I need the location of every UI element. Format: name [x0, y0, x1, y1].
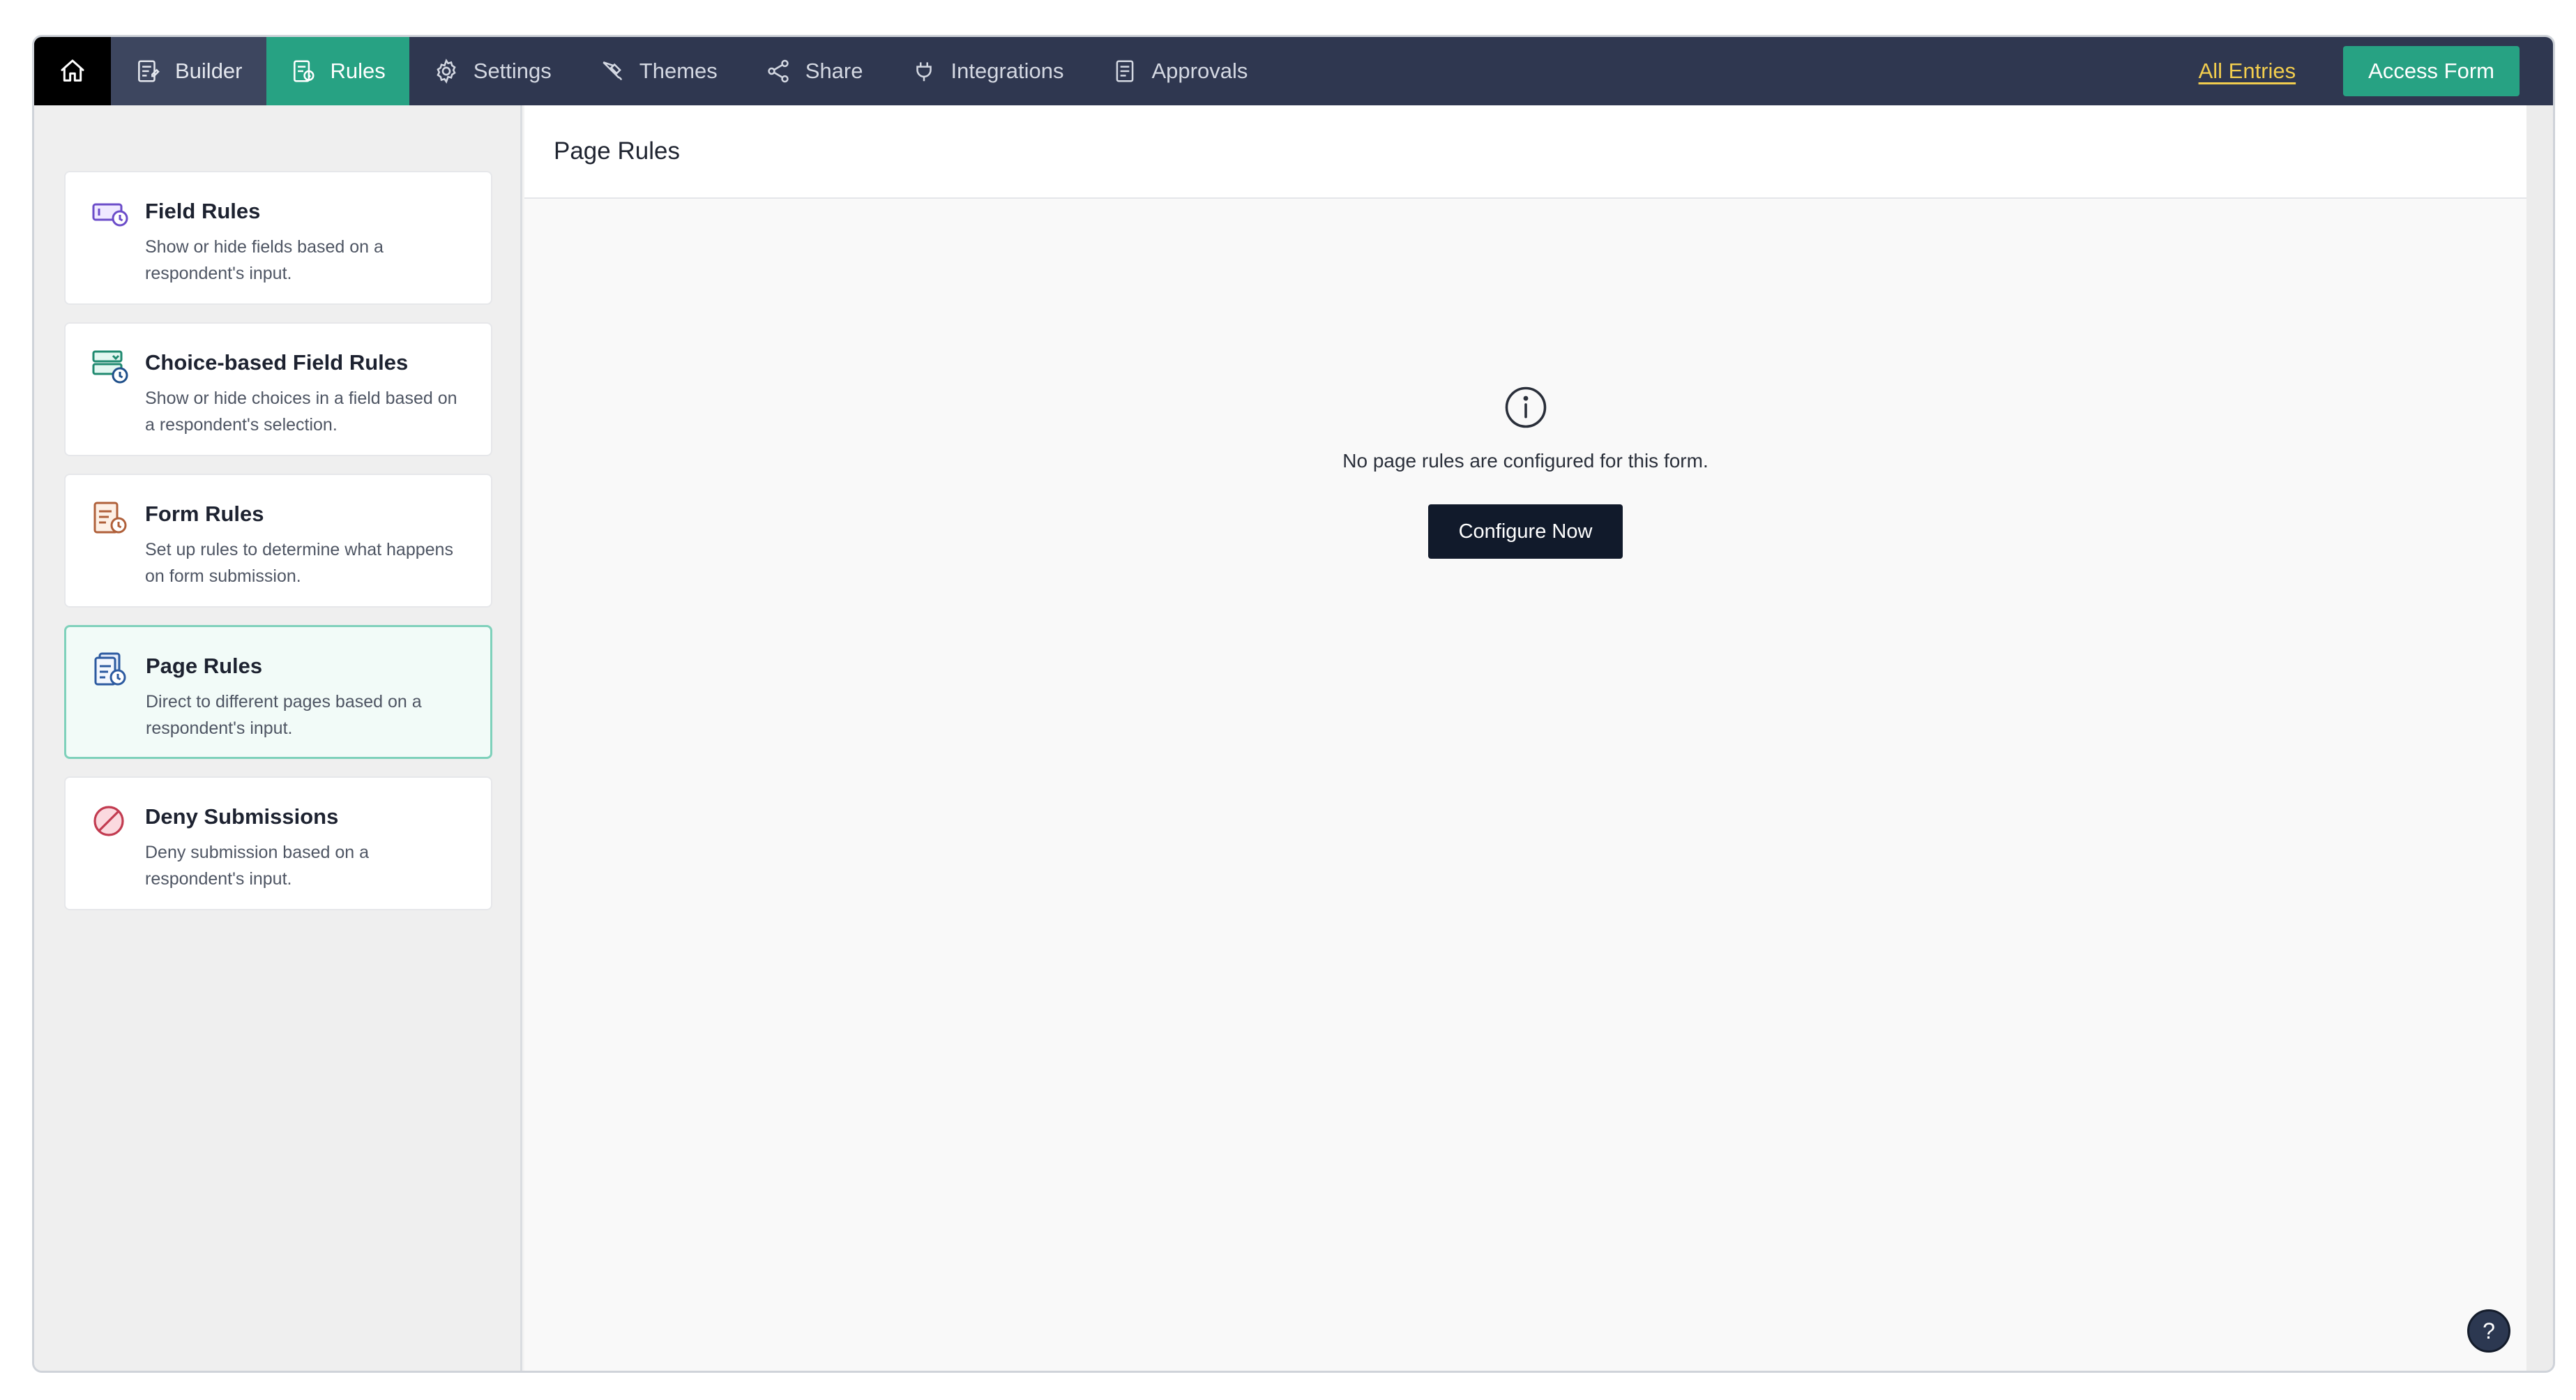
app-window: Builder Rules Settings Themes Share Inte… [32, 35, 2555, 1373]
gear-icon [437, 59, 456, 84]
field-rules-icon [92, 203, 128, 227]
deny-icon [93, 806, 124, 836]
info-icon [1505, 386, 1546, 428]
vertical-scrollbar[interactable] [2526, 105, 2553, 1371]
all-entries-link[interactable]: All Entries [2199, 59, 2296, 84]
sidebar-item-description: Show or hide fields based on a responden… [145, 237, 384, 283]
configure-now-button[interactable]: Configure Now [1427, 504, 1623, 559]
sidebar-item-deny-submissions[interactable]: Deny Submissions Deny submission based o… [64, 776, 492, 910]
nav-themes-label: Themes [639, 59, 718, 83]
sidebar-item-description: Direct to different pages based on a res… [146, 692, 422, 738]
sidebar-item-description: Show or hide choices in a field based on… [145, 389, 457, 435]
nav-rules-label: Rules [330, 59, 386, 83]
nav-approvals[interactable]: Approvals [1088, 37, 1272, 105]
rules-sidebar: Field Rules Show or hide fields based on… [34, 105, 522, 1371]
brush-icon [603, 61, 622, 80]
approvals-icon [1116, 60, 1133, 82]
nav-integrations[interactable]: Integrations [887, 37, 1088, 105]
home-icon [61, 59, 84, 82]
help-button[interactable]: ? [2467, 1309, 2510, 1353]
sidebar-item-title: Form Rules [145, 502, 264, 526]
main-panel: Page Rules No page rules are configured … [524, 105, 2526, 1371]
sidebar-item-page-rules[interactable]: Page Rules Direct to different pages bas… [64, 625, 492, 759]
form-rules-icon [93, 502, 127, 534]
sidebar-item-form-rules[interactable]: Form Rules Set up rules to determine wha… [64, 474, 492, 608]
main-header: Page Rules [524, 105, 2526, 199]
nav-themes[interactable]: Themes [575, 37, 741, 105]
rules-icon [293, 60, 315, 82]
top-nav: Builder Rules Settings Themes Share Inte… [34, 37, 2553, 105]
empty-state: No page rules are configured for this fo… [524, 384, 2526, 559]
nav-builder-label: Builder [175, 59, 243, 83]
nav-settings[interactable]: Settings [409, 37, 575, 105]
sidebar-item-description: Deny submission based on a respondent's … [145, 843, 370, 889]
nav-share[interactable]: Share [741, 37, 887, 105]
sidebar-item-title: Field Rules [145, 199, 261, 223]
home-button[interactable] [34, 37, 111, 105]
nav-share-label: Share [805, 59, 863, 83]
page-rules-icon [94, 652, 126, 686]
builder-icon [138, 60, 160, 82]
nav-builder[interactable]: Builder [111, 37, 266, 105]
sidebar-item-description: Set up rules to determine what happens o… [145, 540, 453, 586]
nav-approvals-label: Approvals [1151, 59, 1248, 83]
nav-settings-label: Settings [473, 59, 552, 83]
nav-rules[interactable]: Rules [266, 37, 409, 105]
nav-integrations-label: Integrations [950, 59, 1064, 83]
plug-icon [916, 62, 932, 82]
share-icon [768, 59, 789, 83]
sidebar-item-title: Page Rules [146, 654, 263, 678]
choice-rules-icon [92, 350, 128, 384]
access-form-button[interactable]: Access Form [2343, 46, 2520, 96]
page-title: Page Rules [554, 137, 680, 165]
sidebar-item-choice-rules[interactable]: Choice-based Field Rules Show or hide ch… [64, 322, 492, 456]
sidebar-item-title: Choice-based Field Rules [145, 350, 409, 375]
empty-state-message: No page rules are configured for this fo… [1342, 450, 1709, 472]
sidebar-item-field-rules[interactable]: Field Rules Show or hide fields based on… [64, 171, 492, 305]
sidebar-item-title: Deny Submissions [145, 804, 339, 829]
